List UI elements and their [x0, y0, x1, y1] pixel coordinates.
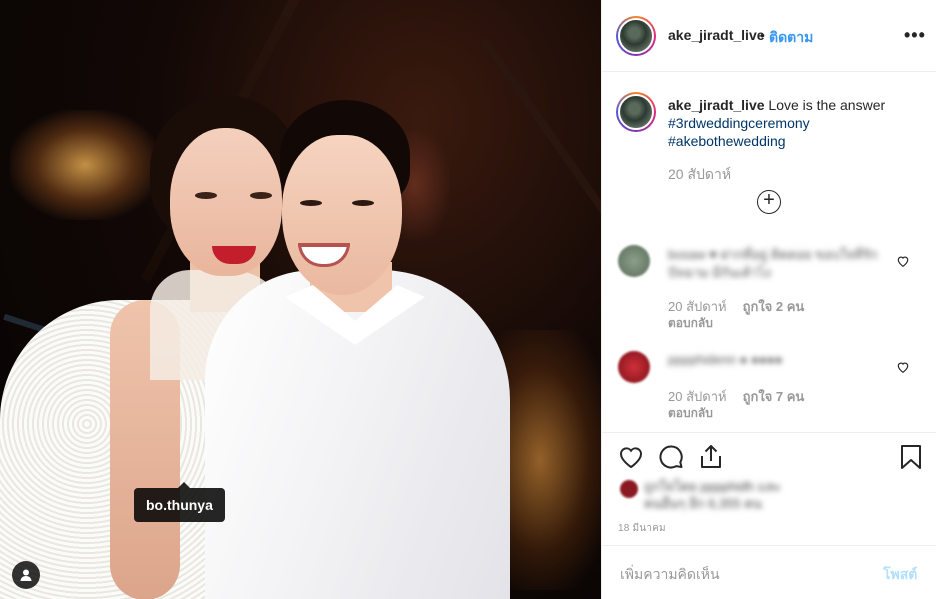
post-header: ake_jiradt_live • ติดตาม ••• — [602, 0, 936, 72]
caption-time[interactable]: 20 สัปดาห์ — [668, 164, 731, 186]
share-icon[interactable] — [697, 443, 725, 471]
likes-line: ถูกใจโดย pppphidh และ — [644, 479, 781, 494]
groom-eye — [352, 200, 374, 206]
bookmark-icon[interactable] — [897, 443, 925, 471]
comment-time[interactable]: 20 สัปดาห์ — [668, 299, 727, 314]
bride-eye — [195, 192, 217, 199]
comment-text: pppphidenn ● ●●●● — [668, 352, 783, 367]
likes-line: คนอื่นๆ อีก 6,355 คน — [644, 496, 762, 511]
comment-heart-icon[interactable] — [896, 360, 910, 374]
reply-button[interactable]: ตอบกลับ — [668, 314, 713, 333]
caption-username[interactable]: ake_jiradt_live — [668, 97, 765, 113]
post-photo[interactable]: bo.thunya — [0, 0, 601, 599]
comment-likes[interactable]: ถูกใจ 7 คน — [743, 389, 805, 404]
add-comment-input[interactable]: เพิ่มความคิดเห็น — [620, 564, 720, 586]
tagged-users-button[interactable] — [12, 561, 40, 589]
author-username[interactable]: ake_jiradt_live — [668, 27, 765, 43]
liker-avatar[interactable] — [620, 480, 638, 498]
commenter-avatar[interactable] — [618, 245, 650, 277]
comment-bubble-icon[interactable] — [657, 443, 685, 471]
hashtag-link[interactable]: #akebothewedding — [668, 133, 786, 149]
post-comment-button[interactable]: โพสต์ — [883, 564, 917, 586]
post-side-panel: ake_jiradt_live • ติดตาม ••• ake_jiradt_… — [601, 0, 936, 599]
background-light — [10, 110, 160, 220]
add-comment-row: เพิ่มความคิดเห็น โพสต์ — [602, 545, 936, 599]
more-options-icon[interactable]: ••• — [904, 25, 926, 46]
caption-avatar[interactable] — [616, 92, 656, 132]
load-more-comments-icon[interactable]: + — [757, 190, 781, 214]
reply-button[interactable]: ตอบกลับ — [668, 404, 713, 423]
person-icon — [20, 569, 32, 581]
tagged-username[interactable]: bo.thunya — [146, 497, 213, 513]
caption-text: Love is the answer — [768, 97, 886, 113]
groom-eye — [300, 200, 322, 206]
comment-text: bosaw ♥ ฝากที่อยู่ ติดตอย ขอบใจที่รัก ปั… — [668, 247, 878, 280]
post-date[interactable]: 18 มีนาคม — [618, 521, 666, 536]
author-avatar[interactable] — [616, 16, 656, 56]
comment-time[interactable]: 20 สัปดาห์ — [668, 389, 727, 404]
hashtag-link[interactable]: #3rdweddingceremony — [668, 115, 810, 131]
groom-face — [282, 135, 402, 295]
comment-heart-icon[interactable] — [896, 254, 910, 268]
comment-likes[interactable]: ถูกใจ 2 คน — [743, 299, 805, 314]
follow-button[interactable]: ติดตาม — [769, 27, 813, 49]
post-caption: ake_jiradt_live Love is the answer #3rdw… — [668, 96, 918, 150]
commenter-avatar[interactable] — [618, 351, 650, 383]
bride-eye — [250, 192, 272, 199]
user-tag-bubble[interactable]: bo.thunya — [134, 482, 225, 522]
post-actions — [602, 432, 936, 482]
background-beam — [480, 37, 601, 289]
likes-summary[interactable]: ถูกใจโดย pppphidh และ คนอื่นๆ อีก 6,355 … — [644, 478, 781, 512]
like-heart-icon[interactable] — [617, 443, 645, 471]
header-separator: • — [760, 27, 765, 43]
